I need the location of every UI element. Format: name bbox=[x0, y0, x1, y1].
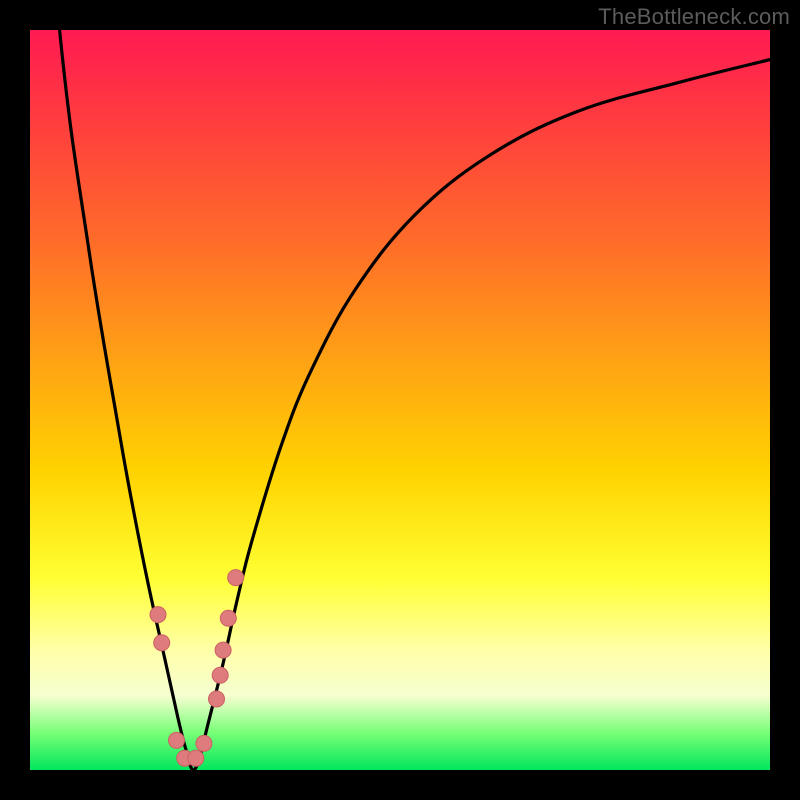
bottleneck-curve bbox=[30, 30, 770, 770]
sample-dot bbox=[150, 607, 166, 623]
chart-frame: TheBottleneck.com bbox=[0, 0, 800, 800]
sample-dot bbox=[154, 635, 170, 651]
sample-dot bbox=[188, 750, 204, 766]
plot-area bbox=[30, 30, 770, 770]
sample-dot bbox=[169, 732, 185, 748]
sample-dots bbox=[150, 570, 244, 767]
sample-dot bbox=[220, 610, 236, 626]
sample-dot bbox=[228, 570, 244, 586]
sample-dot bbox=[196, 735, 212, 751]
curve-svg bbox=[30, 30, 770, 770]
sample-dot bbox=[215, 642, 231, 658]
sample-dot bbox=[212, 667, 228, 683]
sample-dot bbox=[209, 691, 225, 707]
watermark-text: TheBottleneck.com bbox=[598, 4, 790, 30]
